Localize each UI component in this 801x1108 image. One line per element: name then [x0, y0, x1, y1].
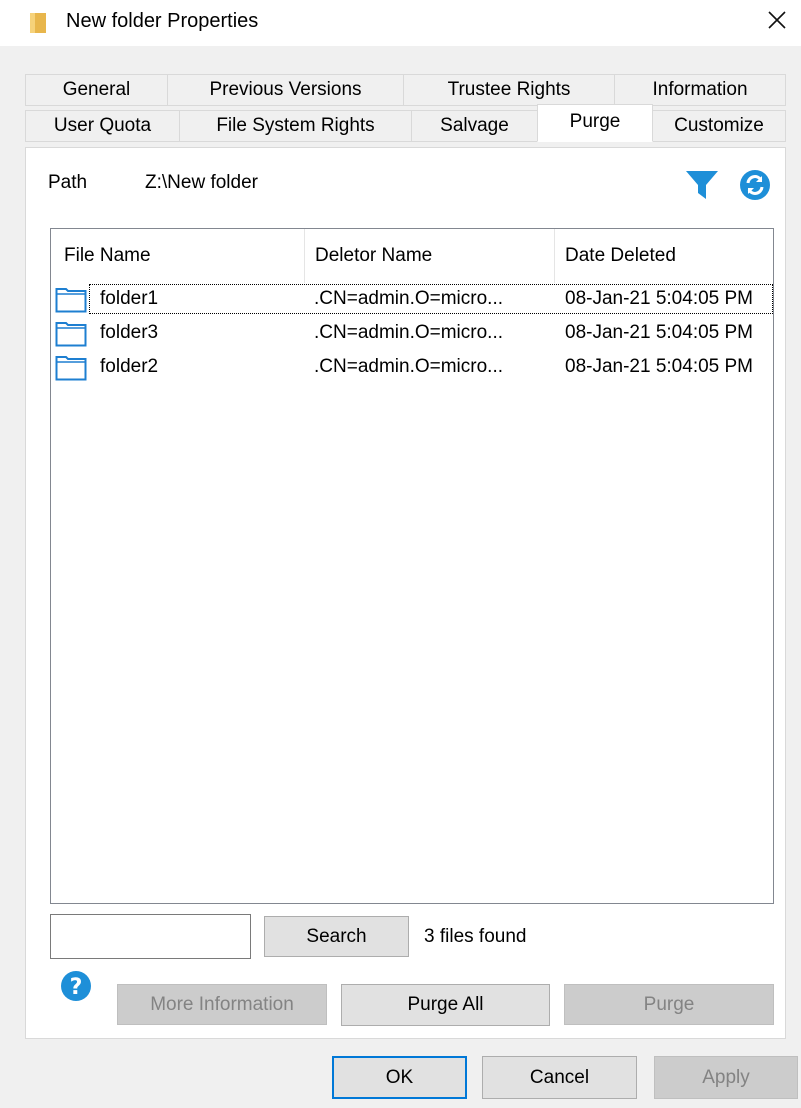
- tab-label: Previous Versions: [209, 79, 362, 100]
- more-information-button[interactable]: More Information: [117, 984, 327, 1025]
- date-deleted: 08-Jan-21 5:04:05 PM: [565, 288, 754, 309]
- folder-icon: [30, 10, 48, 34]
- cancel-button[interactable]: Cancel: [482, 1056, 637, 1099]
- tab-label: Customize: [674, 115, 764, 136]
- folder-outline-icon: [55, 353, 87, 387]
- purge-all-button[interactable]: Purge All: [341, 984, 550, 1026]
- tab-general[interactable]: General: [25, 74, 168, 106]
- tab-purge[interactable]: Purge: [537, 104, 653, 142]
- help-icon: ?: [59, 971, 93, 1008]
- window-title: New folder Properties: [66, 10, 259, 32]
- purge-button[interactable]: Purge: [564, 984, 774, 1025]
- tab-information[interactable]: Information: [614, 74, 786, 106]
- tab-user-quota[interactable]: User Quota: [25, 110, 180, 142]
- tab-label: Information: [652, 79, 748, 100]
- search-button[interactable]: Search: [264, 916, 409, 957]
- search-input[interactable]: [50, 914, 251, 959]
- purge-file-list[interactable]: File Name Deletor Name Date Deleted fold…: [50, 228, 774, 904]
- list-item[interactable]: folder3 .CN=admin.O=micro... 08-Jan-21 5…: [51, 316, 773, 350]
- refresh-button[interactable]: [738, 168, 772, 202]
- refresh-icon: [738, 170, 772, 207]
- tab-previous-versions[interactable]: Previous Versions: [167, 74, 404, 106]
- date-deleted: 08-Jan-21 5:04:05 PM: [565, 322, 754, 343]
- svg-text:?: ?: [70, 975, 83, 1000]
- tab-customize[interactable]: Customize: [652, 110, 786, 142]
- apply-button[interactable]: Apply: [654, 1056, 798, 1099]
- filter-icon: [684, 171, 720, 206]
- tab-file-system-rights[interactable]: File System Rights: [179, 110, 412, 142]
- tab-label: Salvage: [440, 115, 509, 136]
- deletor-name: .CN=admin.O=micro...: [314, 356, 503, 377]
- filter-button[interactable]: [684, 167, 720, 201]
- tab-label: Purge: [569, 111, 621, 132]
- ok-button[interactable]: OK: [332, 1056, 467, 1099]
- tab-trustee-rights[interactable]: Trustee Rights: [403, 74, 615, 106]
- column-header-date-deleted[interactable]: Date Deleted: [552, 229, 773, 283]
- help-button[interactable]: ?: [59, 969, 93, 1003]
- column-header-deletor-name[interactable]: Deletor Name: [302, 229, 554, 283]
- tab-label: Trustee Rights: [447, 79, 571, 100]
- file-name: folder1: [100, 288, 159, 309]
- path-label: Path: [48, 172, 88, 193]
- deletor-name: .CN=admin.O=micro...: [314, 288, 503, 309]
- path-value: Z:\New folder: [145, 172, 258, 193]
- close-button[interactable]: [752, 0, 801, 46]
- folder-outline-icon: [55, 285, 87, 319]
- result-count: 3 files found: [424, 926, 527, 947]
- list-item[interactable]: folder2 .CN=admin.O=micro... 08-Jan-21 5…: [51, 350, 773, 384]
- file-name: folder2: [100, 356, 159, 377]
- list-item[interactable]: folder1 .CN=admin.O=micro... 08-Jan-21 5…: [51, 282, 773, 316]
- date-deleted: 08-Jan-21 5:04:05 PM: [565, 356, 754, 377]
- column-header-file-name[interactable]: File Name: [51, 229, 304, 283]
- tab-label: User Quota: [53, 115, 152, 136]
- file-name: folder3: [100, 322, 159, 343]
- folder-outline-icon: [55, 319, 87, 353]
- close-icon: [767, 10, 787, 36]
- deletor-name: .CN=admin.O=micro...: [314, 322, 503, 343]
- tab-label: General: [62, 79, 131, 100]
- tab-salvage[interactable]: Salvage: [411, 110, 538, 142]
- tab-label: File System Rights: [216, 115, 375, 136]
